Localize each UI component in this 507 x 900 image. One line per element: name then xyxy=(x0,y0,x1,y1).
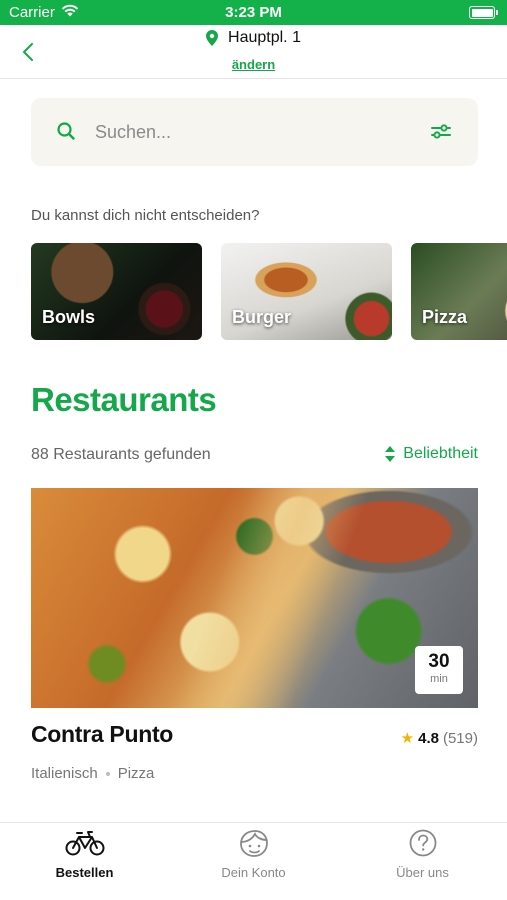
location-address: Hauptpl. 1 xyxy=(228,29,301,46)
filter-button[interactable] xyxy=(430,120,454,144)
delivery-time-badge: 30 min xyxy=(415,646,463,694)
restaurant-rating: ★ 4.8 (519) xyxy=(400,729,478,748)
tag: Italienisch xyxy=(31,765,98,782)
question-circle-icon xyxy=(403,827,443,859)
category-carousel[interactable]: Bowls Burger Pizza xyxy=(31,243,507,341)
star-icon: ★ xyxy=(400,730,415,747)
search-input[interactable] xyxy=(95,118,415,146)
category-label: Pizza xyxy=(422,307,468,327)
tab-ueber-uns[interactable]: Über uns xyxy=(338,823,507,900)
search-icon xyxy=(57,122,75,140)
sort-arrows-icon xyxy=(385,446,396,462)
tab-label: Dein Konto xyxy=(221,865,286,880)
tag: Pizza xyxy=(117,765,155,782)
category-card-pizza[interactable]: Pizza xyxy=(411,243,507,340)
tab-label: Über uns xyxy=(396,865,449,880)
rating-score: 4.8 xyxy=(418,729,439,747)
sort-button[interactable]: Beliebtheit xyxy=(385,445,478,463)
category-card-bowls[interactable]: Bowls xyxy=(31,243,202,340)
user-face-icon xyxy=(234,827,274,859)
location-block: Hauptpl. 1 ändern xyxy=(0,29,507,72)
tab-label: Bestellen xyxy=(55,865,114,880)
result-count: 88 Restaurants gefunden xyxy=(31,446,211,463)
delivery-time-unit: min xyxy=(430,673,448,685)
category-prompt: Du kannst dich nicht entscheiden? xyxy=(31,207,260,224)
tab-bar: Bestellen Dein Konto Über uns xyxy=(0,822,507,900)
battery-icon xyxy=(469,6,498,19)
change-location-link[interactable]: ändern xyxy=(232,57,275,72)
filter-sliders-icon xyxy=(431,124,451,139)
nav-header: Hauptpl. 1 ändern xyxy=(0,25,507,79)
tab-bestellen[interactable]: Bestellen xyxy=(0,823,169,900)
delivery-time-value: 30 xyxy=(428,651,450,672)
search-bar xyxy=(31,98,478,166)
location-pin-icon xyxy=(206,30,219,46)
restaurant-tags: Italienisch Pizza xyxy=(31,765,154,782)
category-label: Burger xyxy=(232,307,292,327)
rating-count: (519) xyxy=(442,729,478,747)
tab-dein-konto[interactable]: Dein Konto xyxy=(169,823,338,900)
restaurant-card[interactable]: 30 min Contra Punto ★ 4.8 (519) Italieni… xyxy=(31,488,478,788)
category-label: Bowls xyxy=(42,307,96,327)
bicycle-icon xyxy=(65,827,105,859)
status-time: 3:23 PM xyxy=(225,4,282,21)
category-card-burger[interactable]: Burger xyxy=(221,243,392,340)
section-title: Restaurants xyxy=(31,381,217,418)
restaurant-image: 30 min xyxy=(31,488,478,708)
status-bar: Carrier 3:23 PM xyxy=(0,0,507,25)
sort-label: Beliebtheit xyxy=(403,445,478,462)
tag-separator xyxy=(105,771,110,776)
restaurant-name: Contra Punto xyxy=(31,721,174,747)
